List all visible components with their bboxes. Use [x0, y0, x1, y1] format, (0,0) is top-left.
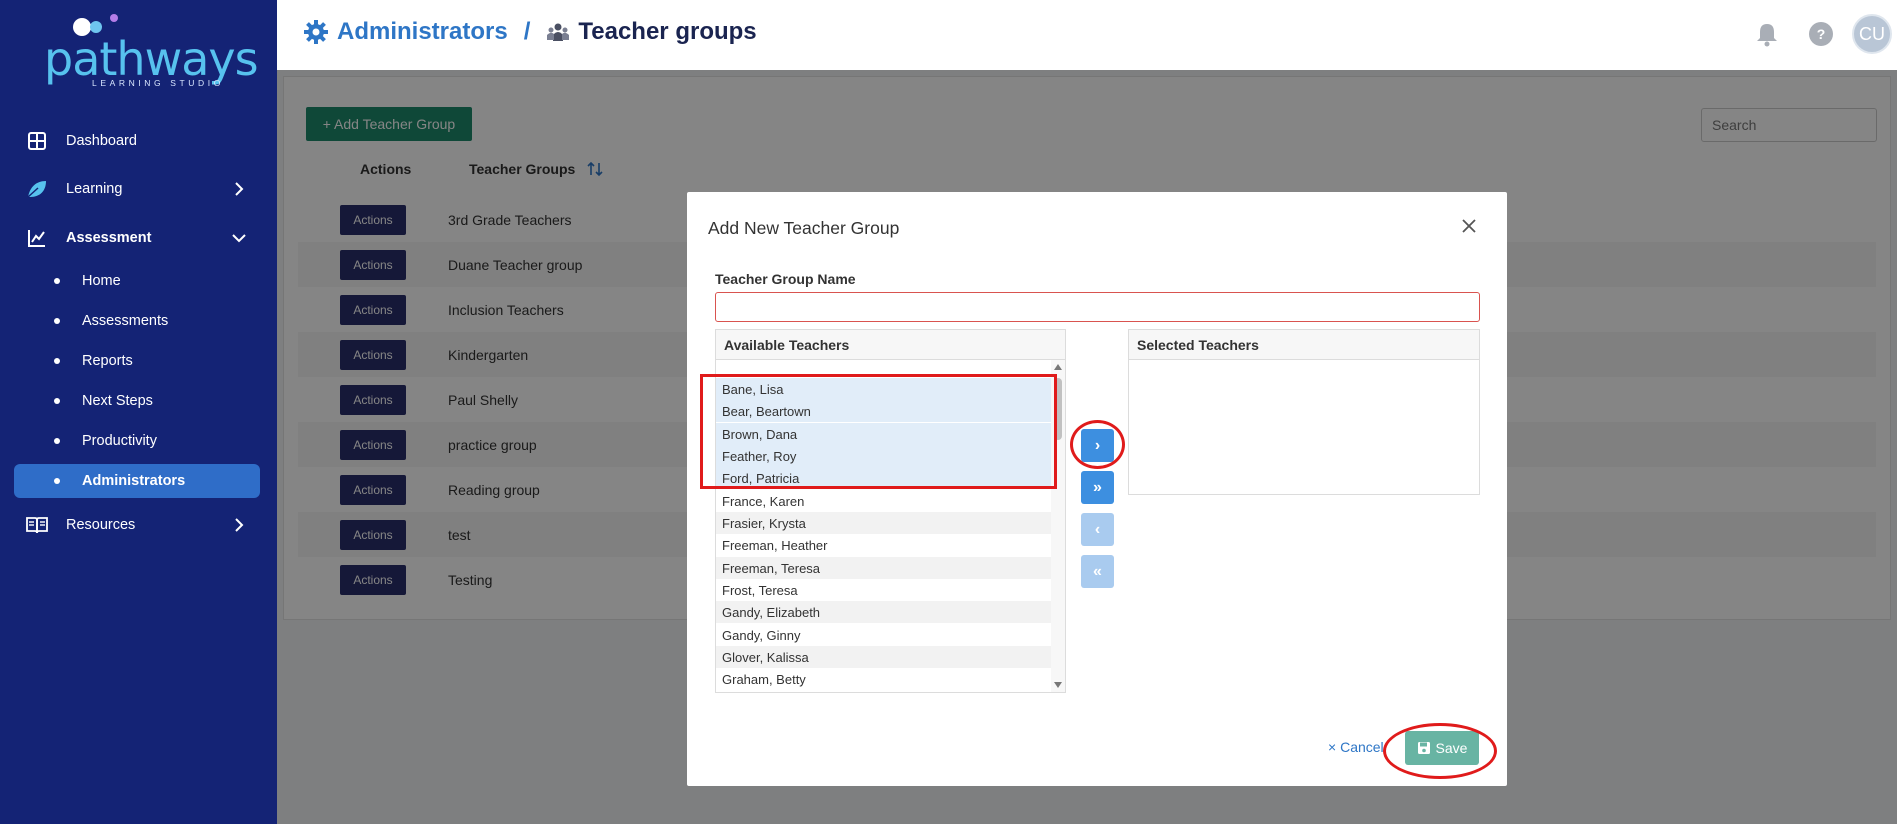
- sidebar-item-label: Resources: [66, 517, 136, 533]
- list-item[interactable]: Gandy, Ginny: [716, 624, 1051, 646]
- help-icon[interactable]: ?: [1807, 20, 1835, 48]
- scroll-down-icon[interactable]: [1054, 682, 1062, 688]
- sidebar-subitem-label: Home: [82, 273, 121, 289]
- add-teacher-group-modal: Add New Teacher Group Teacher Group Name…: [687, 192, 1507, 786]
- sidebar-subitem-home[interactable]: Home: [14, 264, 260, 298]
- selected-teachers-listbox[interactable]: Selected Teachers: [1128, 329, 1480, 495]
- sidebar-subitem-label: Next Steps: [82, 393, 153, 409]
- list-item[interactable]: Frost, Teresa: [716, 579, 1051, 601]
- bullet-icon: [54, 278, 60, 284]
- list-item[interactable]: Frasier, Krysta: [716, 512, 1051, 534]
- list-item[interactable]: France, Karen: [716, 490, 1051, 512]
- sidebar-item-assessment[interactable]: Assessment: [14, 221, 260, 255]
- breadcrumb: Administrators / Teacher groups: [303, 18, 757, 46]
- chevron-down-icon: [232, 234, 246, 243]
- sidebar: pathways LEARNING STUDIO Dashboard Learn…: [0, 0, 277, 824]
- page-title: Teacher groups: [578, 18, 757, 45]
- list-item[interactable]: Graham, Betty: [716, 668, 1051, 690]
- teacher-group-name-input[interactable]: [715, 292, 1480, 322]
- people-group-icon: [547, 23, 570, 41]
- list-item[interactable]: Gandy, Elizabeth: [716, 601, 1051, 623]
- pathways-logo[interactable]: pathways LEARNING STUDIO: [40, 10, 259, 88]
- move-selected-left-button[interactable]: ‹: [1081, 513, 1114, 546]
- dashboard-grid-icon: [26, 130, 48, 152]
- bullet-icon: [54, 478, 60, 484]
- annotation-circle: [1070, 420, 1125, 469]
- available-teachers-header: Available Teachers: [716, 330, 1065, 360]
- book-icon: [26, 514, 48, 536]
- close-icon[interactable]: [1459, 216, 1479, 236]
- sidebar-subitem-label: Administrators: [82, 473, 186, 489]
- sidebar-item-resources[interactable]: Resources: [14, 508, 260, 542]
- logo-dot: [110, 14, 118, 22]
- cancel-label: Cancel: [1340, 739, 1384, 755]
- sidebar-subitem-administrators[interactable]: Administrators: [14, 464, 260, 498]
- teacher-group-name-label: Teacher Group Name: [715, 271, 856, 287]
- bullet-icon: [54, 398, 60, 404]
- breadcrumb-separator: /: [523, 18, 531, 45]
- avatar[interactable]: CU: [1852, 14, 1892, 54]
- bullet-icon: [54, 438, 60, 444]
- sidebar-subitem-next-steps[interactable]: Next Steps: [14, 384, 260, 418]
- sidebar-subitem-reports[interactable]: Reports: [14, 344, 260, 378]
- modal-title: Add New Teacher Group: [708, 218, 900, 238]
- annotation-circle: [1383, 723, 1497, 779]
- gear-icon: [304, 20, 328, 44]
- cancel-button[interactable]: × Cancel: [1328, 739, 1384, 755]
- sidebar-subitem-label: Assessments: [82, 313, 169, 329]
- close-icon: ×: [1328, 739, 1337, 755]
- sidebar-item-label: Learning: [66, 181, 123, 197]
- chevron-right-icon: [235, 518, 244, 532]
- bullet-icon: [54, 358, 60, 364]
- svg-text:?: ?: [1817, 26, 1826, 42]
- sidebar-subitem-assessments[interactable]: Assessments: [14, 304, 260, 338]
- sidebar-item-dashboard[interactable]: Dashboard: [14, 124, 260, 158]
- breadcrumb-root[interactable]: Administrators: [337, 18, 508, 46]
- leaf-icon: [26, 178, 48, 200]
- move-all-right-button[interactable]: »: [1081, 471, 1114, 504]
- sidebar-subitem-label: Reports: [82, 353, 133, 369]
- sidebar-subitem-productivity[interactable]: Productivity: [14, 424, 260, 458]
- sidebar-item-learning[interactable]: Learning: [14, 172, 260, 206]
- selected-teachers-header: Selected Teachers: [1129, 330, 1479, 360]
- sidebar-item-label: Assessment: [66, 230, 152, 246]
- sidebar-item-label: Dashboard: [66, 133, 137, 149]
- move-all-left-button[interactable]: «: [1081, 555, 1114, 588]
- annotation-rectangle: [700, 374, 1057, 489]
- chart-icon: [26, 227, 48, 249]
- list-item[interactable]: Freeman, Teresa: [716, 557, 1051, 579]
- logo-tagline: LEARNING STUDIO: [92, 78, 224, 88]
- bell-icon[interactable]: [1753, 20, 1781, 48]
- scroll-up-icon[interactable]: [1054, 364, 1062, 370]
- list-item[interactable]: Freeman, Heather: [716, 534, 1051, 556]
- chevron-right-icon: [235, 182, 244, 196]
- sidebar-subitem-label: Productivity: [82, 433, 157, 449]
- list-item[interactable]: Glover, Kalissa: [716, 646, 1051, 668]
- bullet-icon: [54, 318, 60, 324]
- top-header: Administrators / Teacher groups ? CU: [277, 0, 1897, 70]
